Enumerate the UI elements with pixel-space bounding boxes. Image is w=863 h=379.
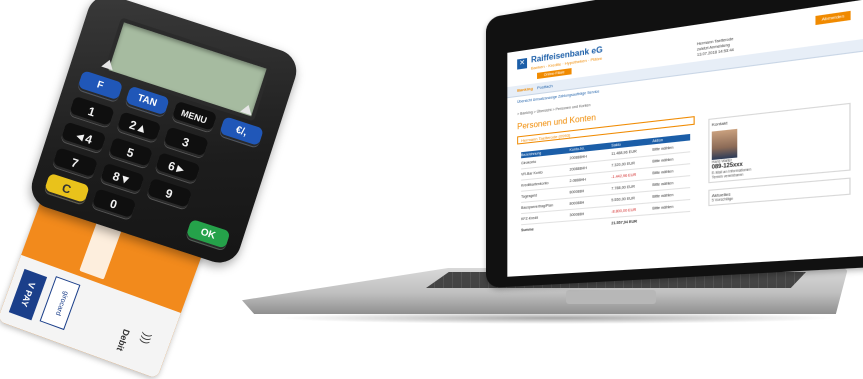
laptop-lid: ✕ Raiffeisenbank eG Banken · Kredite · H… (486, 0, 863, 289)
product-scene: V PAY girocard Debit ))) F TAN MENU €/, … (0, 0, 863, 379)
tab-banking[interactable]: Banking (517, 86, 533, 93)
table-body: Girokonto 200888HH 11.488,96 EUR Bitte wähl… (521, 140, 691, 235)
logout-button[interactable]: Abmelden (815, 10, 851, 26)
key-6[interactable]: 6► (154, 152, 201, 184)
advisor-photo (711, 128, 738, 160)
key-4[interactable]: ◄4 (60, 121, 107, 154)
laptop: ✕ Raiffeisenbank eG Banken · Kredite · H… (236, 0, 863, 369)
contact-title: Kontakt (711, 120, 728, 128)
key-9[interactable]: 9 (146, 177, 192, 210)
key-2[interactable]: 2▲ (115, 111, 162, 143)
banking-page: ✕ Raiffeisenbank eG Banken · Kredite · H… (507, 0, 863, 277)
key-3[interactable]: 3 (162, 126, 209, 159)
news-box: Aktuelles 5 Vorschläge (708, 177, 851, 207)
row-action (652, 212, 690, 226)
accounts-table: Bezeichnung Konto-Nr. Saldo Aktion Girok… (521, 133, 691, 235)
key-7[interactable]: 7 (52, 147, 98, 180)
sidebar: Kontakt Hans Walter 089-125xxx E-Mail an… (708, 102, 851, 250)
row-account-no (570, 218, 612, 232)
row-balance: 21.557,94 EUR (611, 219, 638, 226)
key-1[interactable]: 1 (68, 95, 115, 128)
bank-logo-icon: ✕ (517, 58, 528, 70)
contact-box: Kontakt Hans Walter 089-125xxx E-Mail an… (708, 102, 851, 184)
online-filiale-bar[interactable]: Online-Filiale (537, 68, 572, 80)
tab-postfach[interactable]: Postfach (537, 83, 553, 90)
user-info: Hermann Taelterode zuletzt Anmeldung 13.… (697, 37, 734, 59)
laptop-trackpad (566, 290, 656, 304)
key-5[interactable]: 5 (107, 136, 154, 169)
key-8[interactable]: 8▼ (99, 162, 145, 195)
